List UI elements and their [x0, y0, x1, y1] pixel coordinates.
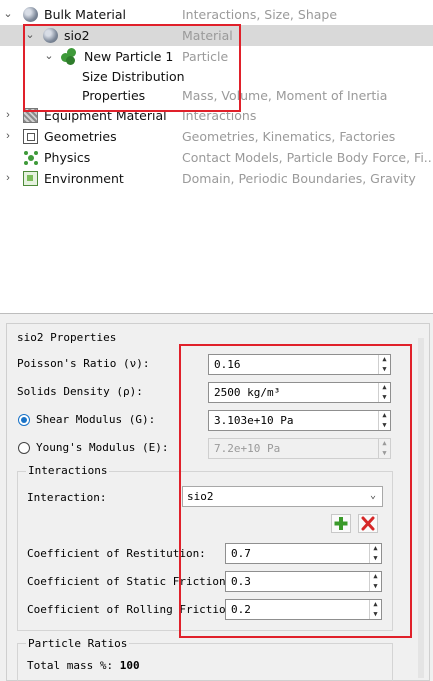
- static-friction-spinbox[interactable]: 0.3 ▲ ▼: [225, 571, 382, 592]
- tree-item-bulk-material[interactable]: ⌄ Bulk Material Interactions, Size, Shap…: [0, 4, 433, 25]
- tree-item-label: Environment: [44, 171, 124, 186]
- chevron-right-icon[interactable]: ›: [2, 168, 14, 189]
- tree-item-properties[interactable]: Properties Mass, Volume, Moment of Inert…: [0, 85, 433, 106]
- static-friction-label: Coefficient of Static Friction:: [27, 575, 233, 588]
- tree-item-desc: Contact Models, Particle Body Force, Fi.…: [182, 150, 433, 165]
- tree-item-physics[interactable]: Physics Contact Models, Particle Body Fo…: [0, 147, 433, 168]
- chevron-down-icon[interactable]: ⌄: [43, 46, 55, 67]
- tree-item-desc: Domain, Periodic Boundaries, Gravity: [182, 171, 416, 186]
- rolling-friction-spinbox[interactable]: 0.2 ▲ ▼: [225, 599, 382, 620]
- restitution-label: Coefficient of Restitution:: [27, 547, 206, 560]
- tree-item-environment[interactable]: › Environment Domain, Periodic Boundarie…: [0, 168, 433, 189]
- tree-item-equipment-material[interactable]: › Equipment Material Interactions: [0, 105, 433, 126]
- tree-item-label: Size Distribution: [82, 69, 185, 84]
- shear-modulus-radio[interactable]: [18, 414, 30, 426]
- tree-item-size-distribution[interactable]: Size Distribution: [0, 66, 433, 87]
- physics-icon: [23, 150, 38, 165]
- shear-modulus-value: 3.103e+10 Pa: [214, 414, 294, 427]
- spin-up-icon[interactable]: ▲: [379, 355, 390, 365]
- spin-up-icon[interactable]: ▲: [370, 544, 381, 554]
- material-tree: ⌄ Bulk Material Interactions, Size, Shap…: [0, 0, 433, 314]
- spin-up-icon: ▲: [382, 439, 387, 447]
- total-mass-row: Total mass %: 100: [27, 659, 140, 672]
- plus-icon: [334, 517, 348, 530]
- spin-down-icon[interactable]: ▼: [370, 582, 381, 592]
- scrollbar[interactable]: [418, 338, 424, 678]
- rolling-friction-value: 0.2: [231, 603, 251, 616]
- particle-icon: [61, 48, 78, 65]
- shear-modulus-spinbox[interactable]: 3.103e+10 Pa ▲ ▼: [208, 410, 391, 431]
- youngs-modulus-label: Young's Modulus (E):: [36, 441, 169, 454]
- total-mass-label: Total mass %:: [27, 659, 114, 672]
- spin-up-icon[interactable]: ▲: [370, 600, 381, 610]
- environment-icon: [23, 171, 38, 186]
- tree-item-desc: Geometries, Kinematics, Factories: [182, 129, 396, 144]
- tree-item-label: Geometries: [44, 129, 117, 144]
- tree-item-sio2[interactable]: ⌄ sio2 Material: [0, 25, 433, 46]
- properties-panel: sio2 Properties Poisson's Ratio (ν): 0.1…: [0, 320, 433, 681]
- poisson-value: 0.16: [214, 358, 241, 371]
- shear-modulus-label: Shear Modulus (G):: [36, 413, 156, 426]
- tree-item-desc: Mass, Volume, Moment of Inertia: [182, 88, 388, 103]
- spin-up-icon[interactable]: ▲: [370, 572, 381, 582]
- tree-item-desc: Particle: [182, 49, 229, 64]
- density-value: 2500 kg/m³: [214, 386, 281, 399]
- remove-interaction-button[interactable]: [358, 514, 378, 533]
- tree-item-geometries[interactable]: › Geometries Geometries, Kinematics, Fac…: [0, 126, 433, 147]
- chevron-down-icon[interactable]: ⌄: [24, 25, 36, 46]
- static-friction-value: 0.3: [231, 575, 251, 588]
- restitution-value: 0.7: [231, 547, 251, 560]
- youngs-modulus-value: 7.2e+10 Pa: [214, 442, 281, 455]
- equipment-material-icon: [23, 108, 38, 123]
- spin-down-icon[interactable]: ▼: [379, 365, 390, 375]
- youngs-modulus-radio[interactable]: [18, 442, 30, 454]
- poisson-label: Poisson's Ratio (ν):: [17, 357, 150, 370]
- chevron-right-icon[interactable]: ›: [2, 126, 14, 147]
- material-icon: [43, 28, 58, 43]
- add-interaction-button[interactable]: [331, 514, 351, 533]
- rolling-friction-label: Coefficient of Rolling Friction:: [27, 603, 239, 616]
- chevron-down-icon[interactable]: ⌄: [2, 4, 14, 25]
- interaction-select[interactable]: sio2 ⌄: [182, 486, 383, 507]
- bulk-material-icon: [23, 7, 38, 22]
- restitution-spinbox[interactable]: 0.7 ▲ ▼: [225, 543, 382, 564]
- tree-item-label: sio2: [64, 28, 90, 43]
- spin-down-icon[interactable]: ▼: [370, 554, 381, 564]
- spin-up-icon[interactable]: ▲: [379, 411, 390, 421]
- tree-item-new-particle[interactable]: ⌄ New Particle 1 Particle: [0, 46, 433, 67]
- density-spinbox[interactable]: 2500 kg/m³ ▲ ▼: [208, 382, 391, 403]
- youngs-modulus-spinbox: 7.2e+10 Pa ▲ ▼: [208, 438, 391, 459]
- total-mass-value: 100: [119, 659, 140, 672]
- chevron-right-icon[interactable]: ›: [2, 105, 14, 126]
- spin-down-icon[interactable]: ▼: [379, 421, 390, 431]
- spin-down-icon[interactable]: ▼: [370, 610, 381, 620]
- chevron-down-icon: ⌄: [369, 490, 376, 501]
- particle-ratios-title: Particle Ratios: [26, 637, 130, 650]
- poisson-spinbox[interactable]: 0.16 ▲ ▼: [208, 354, 391, 375]
- tree-item-desc: Interactions: [182, 108, 257, 123]
- interaction-value: sio2: [187, 490, 214, 503]
- properties-title: sio2 Properties: [17, 331, 117, 344]
- tree-item-label: Equipment Material: [44, 108, 167, 123]
- tree-item-label: Physics: [44, 150, 91, 165]
- tree-item-label: New Particle 1: [84, 49, 174, 64]
- close-icon: [361, 516, 375, 531]
- tree-item-desc: Material: [182, 28, 233, 43]
- interaction-label: Interaction:: [27, 491, 107, 504]
- interactions-title: Interactions: [26, 464, 110, 477]
- tree-item-desc: Interactions, Size, Shape: [182, 7, 338, 22]
- density-label: Solids Density (ρ):: [17, 385, 143, 398]
- tree-item-label: Bulk Material: [44, 7, 126, 22]
- geometries-icon: [23, 129, 38, 144]
- spin-down-icon: ▼: [382, 448, 387, 457]
- tree-item-label: Properties: [82, 88, 146, 103]
- spin-up-icon[interactable]: ▲: [379, 383, 390, 393]
- spin-down-icon[interactable]: ▼: [379, 393, 390, 403]
